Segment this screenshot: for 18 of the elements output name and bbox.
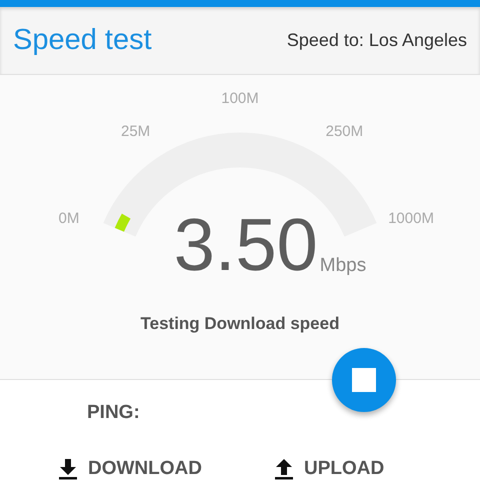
- speed-value: 3.50: [174, 208, 318, 282]
- tick-label: 25M: [121, 122, 150, 142]
- result-label: UPLOAD: [304, 456, 384, 480]
- stop-icon: [352, 368, 376, 392]
- tick-label: 0M: [58, 208, 80, 228]
- result-label: DOWNLOAD: [88, 456, 202, 480]
- server-location: Speed to: Los Angeles: [286, 29, 467, 52]
- tick-label: 250M: [326, 122, 364, 142]
- app-title: Speed test: [13, 22, 152, 58]
- tick-label: 100M: [221, 88, 259, 109]
- gauge-fill: [114, 214, 131, 232]
- status-text: Testing Download speed: [140, 313, 340, 335]
- tick-label: 1000M: [388, 208, 434, 228]
- download-icon: [58, 458, 78, 480]
- speed-unit: Mbps: [320, 254, 366, 278]
- stop-button[interactable]: [332, 348, 396, 412]
- upload-icon: [274, 458, 294, 480]
- ping-label: PING:: [87, 402, 140, 423]
